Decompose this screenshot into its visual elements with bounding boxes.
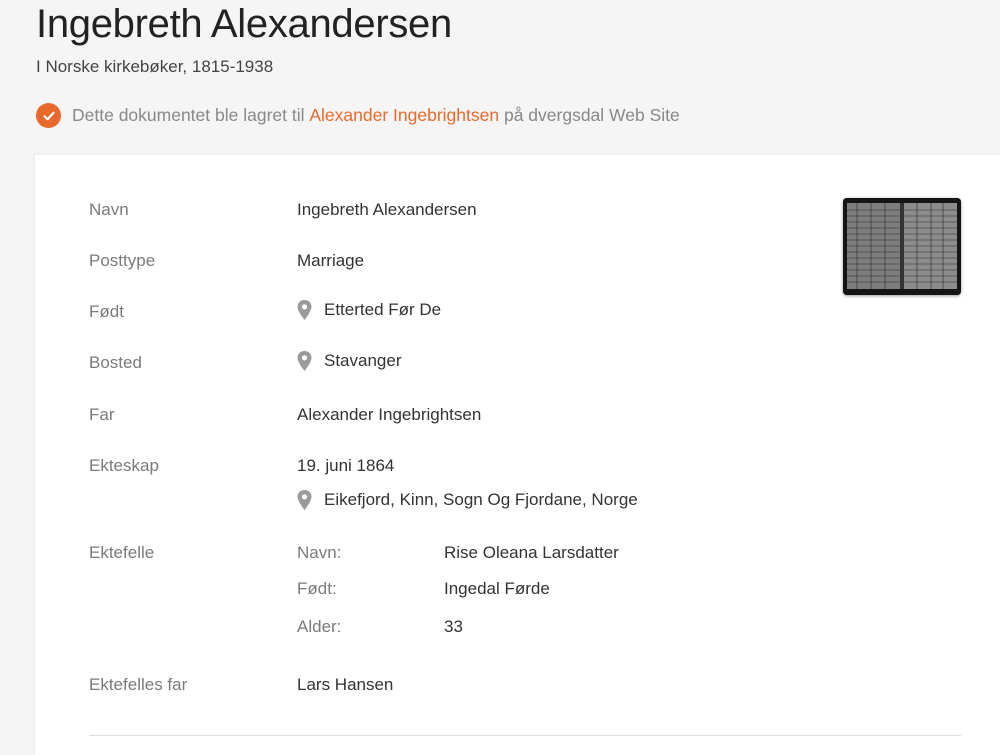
- saved-person-link[interactable]: Alexander Ingebrightsen: [309, 105, 499, 126]
- value-ekteskap-place: Eikefjord, Kinn, Sogn Og Fjordane, Norge: [324, 490, 638, 509]
- value-fodt: Etterted Før De: [324, 300, 442, 319]
- value-ekteskap-place-row: Eikefjord, Kinn, Sogn Og Fjordane, Norge: [297, 490, 638, 510]
- spouse-name-label: Navn:: [297, 543, 342, 562]
- label-bosted: Bosted: [89, 353, 142, 372]
- saved-notice: Dette dokumentet ble lagret til Alexande…: [36, 103, 680, 128]
- value-posttype: Marriage: [297, 251, 365, 270]
- label-posttype: Posttype: [89, 251, 156, 270]
- value-ekteskap-date: 19. juni 1864: [297, 456, 395, 475]
- spouse-name-value: Rise Oleana Larsdatter: [444, 543, 619, 562]
- value-far: Alexander Ingebrightsen: [297, 405, 482, 424]
- value-bosted-row: Stavanger: [297, 351, 402, 371]
- value-fodt-row: Etterted Før De: [297, 300, 441, 320]
- spouse-age-value: 33: [444, 617, 463, 636]
- label-navn: Navn: [89, 200, 129, 219]
- saved-notice-prefix: Dette dokumentet ble lagret til: [72, 105, 305, 125]
- record-card: Navn Ingebreth Alexandersen Posttype Mar…: [35, 155, 1000, 755]
- location-pin-icon: [297, 300, 312, 320]
- label-ektefelles-far: Ektefelles far: [89, 675, 188, 694]
- label-ekteskap: Ekteskap: [89, 456, 159, 475]
- location-pin-icon: [297, 490, 312, 510]
- page-title: Ingebreth Alexandersen: [36, 2, 452, 46]
- location-pin-icon: [297, 351, 312, 371]
- value-navn: Ingebreth Alexandersen: [297, 200, 477, 219]
- value-ektefelles-far: Lars Hansen: [297, 675, 394, 694]
- collection-name: I Norske kirkebøker, 1815-1938: [36, 57, 274, 76]
- record-image-thumbnail[interactable]: [843, 198, 961, 295]
- label-far: Far: [89, 405, 115, 424]
- spouse-age-label: Alder:: [297, 617, 342, 636]
- card-divider: [89, 735, 961, 736]
- saved-notice-suffix: på dvergsdal Web Site: [503, 105, 680, 125]
- check-circle-icon: [36, 103, 61, 128]
- label-ektefelle: Ektefelle: [89, 543, 155, 562]
- spouse-birth-value: Ingedal Førde: [444, 579, 550, 598]
- spouse-birth-label: Født:: [297, 579, 337, 598]
- label-fodt: Født: [89, 302, 124, 321]
- value-bosted: Stavanger: [324, 351, 402, 370]
